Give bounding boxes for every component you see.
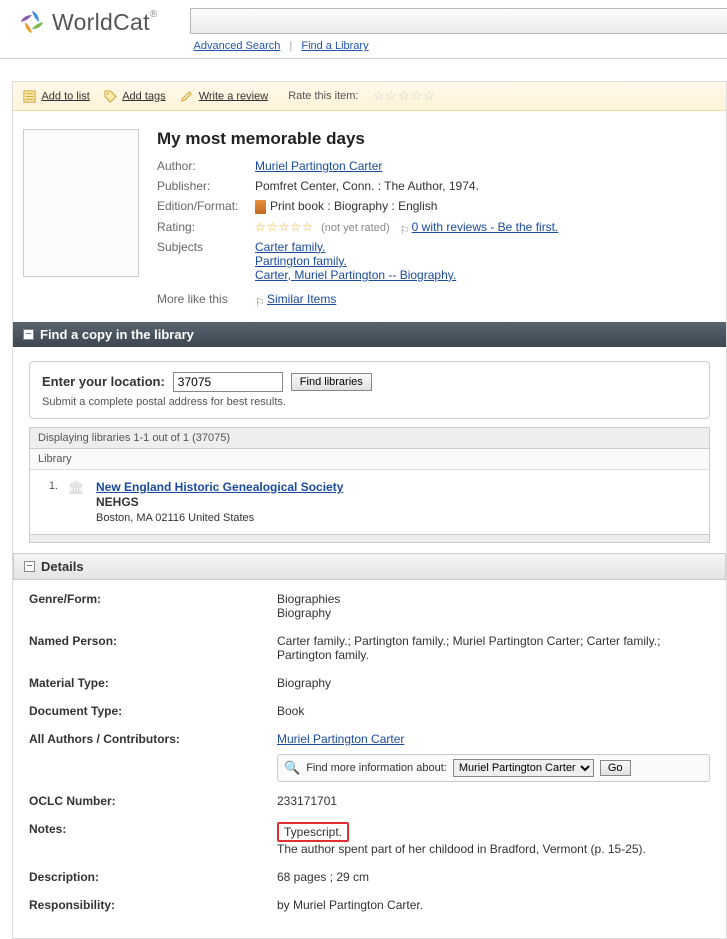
- list-icon: [23, 90, 36, 103]
- material-type-value: Biography: [277, 676, 331, 690]
- notes-label: Notes:: [29, 822, 277, 856]
- named-person-value: Carter family.; Partington family.; Muri…: [277, 634, 710, 662]
- genre-value: Biographies Biography: [277, 592, 340, 620]
- all-authors-label: All Authors / Contributors:: [29, 732, 277, 746]
- action-bar: Add to list Add tags Write a review Rate…: [13, 82, 726, 111]
- location-label: Enter your location:: [42, 374, 165, 389]
- rating-text: (not yet rated): [321, 222, 389, 234]
- description-value: 68 pages ; 29 cm: [277, 870, 369, 884]
- find-more-select[interactable]: Muriel Partington Carter: [453, 759, 594, 777]
- publisher-value: Pomfret Center, Conn. : The Author, 1974…: [255, 179, 479, 193]
- add-tags[interactable]: Add tags: [104, 90, 166, 103]
- displaying-text: Displaying libraries 1-1 out of 1 (37075…: [30, 428, 709, 449]
- library-address: Boston, MA 02116 United States: [96, 512, 343, 524]
- document-type-label: Document Type:: [29, 704, 277, 718]
- go-button[interactable]: Go: [600, 760, 631, 776]
- publisher-label: Publisher:: [157, 179, 255, 193]
- rating-label: Rating:: [157, 220, 255, 234]
- similar-items-link[interactable]: Similar Items: [267, 292, 336, 306]
- find-more-label: Find more information about:: [306, 762, 447, 774]
- library-column-header: Library: [30, 449, 709, 470]
- format-label: Edition/Format:: [157, 199, 255, 214]
- pencil-icon: [180, 90, 193, 103]
- find-libraries-button[interactable]: Find libraries: [291, 373, 372, 391]
- item-title: My most memorable days: [157, 129, 558, 149]
- location-hint: Submit a complete postal address for bes…: [42, 396, 697, 408]
- worldcat-logo-icon: [18, 8, 46, 36]
- oclc-value: 233171701: [277, 794, 337, 808]
- library-finder: Enter your location: Find libraries Subm…: [13, 347, 726, 553]
- rate-label: Rate this item:: [288, 90, 358, 102]
- logo-text: WorldCat®: [52, 9, 158, 36]
- collapse-icon[interactable]: −: [23, 329, 34, 340]
- main-content: Add to list Add tags Write a review Rate…: [12, 81, 727, 939]
- description-label: Description:: [29, 870, 277, 884]
- document-type-value: Book: [277, 704, 304, 718]
- flag-icon: [255, 295, 265, 305]
- notes-highlight: Typescript.: [277, 822, 349, 842]
- library-num: 1.: [38, 480, 58, 524]
- reviews-link[interactable]: 0 with reviews - Be the first.: [412, 220, 559, 234]
- book-icon: [255, 200, 266, 214]
- notes-value: Typescript. The author spent part of her…: [277, 822, 646, 856]
- library-name-link[interactable]: New England Historic Genealogical Societ…: [96, 480, 343, 494]
- search-input[interactable]: [190, 8, 727, 34]
- details-body: Genre/Form: Biographies Biography Named …: [13, 580, 726, 938]
- subject-link[interactable]: Partington family.: [255, 254, 347, 268]
- location-input[interactable]: [173, 372, 283, 392]
- write-review[interactable]: Write a review: [180, 90, 269, 103]
- author-link[interactable]: Muriel Partington Carter: [255, 159, 382, 173]
- library-row: 1. New England Historic Genealogical Soc…: [30, 470, 709, 534]
- collapse-icon[interactable]: −: [24, 561, 35, 572]
- author-label: Author:: [157, 159, 255, 173]
- library-section-header[interactable]: − Find a copy in the library: [13, 322, 726, 347]
- oclc-label: OCLC Number:: [29, 794, 277, 808]
- named-person-label: Named Person:: [29, 634, 277, 662]
- subject-link[interactable]: Carter family.: [255, 240, 325, 254]
- header: WorldCat® Advanced Search | Find a Libra…: [0, 0, 727, 59]
- find-more-box: 🔍 Find more information about: Muriel Pa…: [277, 754, 710, 782]
- details-section-header[interactable]: − Details: [13, 553, 726, 580]
- subject-link[interactable]: Carter, Muriel Partington -- Biography.: [255, 268, 456, 282]
- format-value: Print book : Biography : English: [255, 199, 437, 214]
- genre-label: Genre/Form:: [29, 592, 277, 620]
- material-type-label: Material Type:: [29, 676, 277, 690]
- find-library-link[interactable]: Find a Library: [301, 40, 368, 52]
- search-icon: 🔍: [284, 760, 300, 776]
- add-to-list[interactable]: Add to list: [23, 90, 90, 103]
- all-authors-link[interactable]: Muriel Partington Carter: [277, 732, 404, 746]
- more-like-label: More like this: [157, 292, 255, 306]
- search-links: Advanced Search | Find a Library: [190, 34, 727, 58]
- subjects-label: Subjects: [157, 240, 255, 282]
- tag-icon: [104, 90, 117, 103]
- responsibility-value: by Muriel Partington Carter.: [277, 898, 423, 912]
- cover-image: [23, 129, 139, 277]
- search-area: Advanced Search | Find a Library: [190, 8, 727, 58]
- logo[interactable]: WorldCat®: [18, 8, 158, 36]
- advanced-search-link[interactable]: Advanced Search: [194, 40, 281, 52]
- item-summary: My most memorable days Author: Muriel Pa…: [13, 111, 726, 322]
- rate-stars[interactable]: ☆☆☆☆☆: [373, 88, 436, 104]
- flag-icon: [400, 223, 410, 233]
- library-code: NEHGS: [96, 495, 343, 509]
- library-icon: [68, 480, 86, 524]
- responsibility-label: Responsibility:: [29, 898, 277, 912]
- rating-stars: ☆☆☆☆☆: [255, 220, 314, 234]
